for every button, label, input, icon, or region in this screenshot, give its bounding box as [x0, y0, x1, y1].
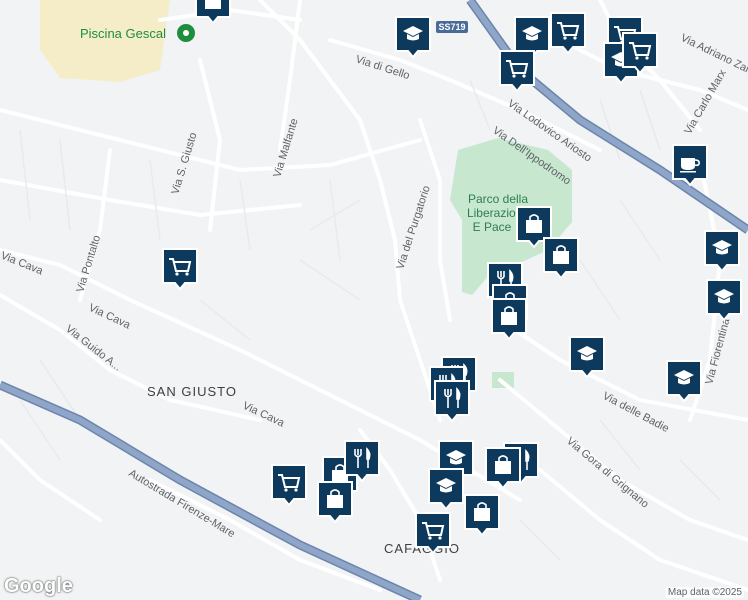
shopping-bag-icon: [205, 0, 221, 9]
map-marker[interactable]: [499, 50, 535, 93]
highway-shield: SS719: [436, 21, 468, 33]
map-marker[interactable]: [706, 279, 742, 322]
map-attribution: Map data ©2025: [665, 587, 744, 598]
map-background: [0, 0, 748, 600]
map-marker[interactable]: [428, 468, 464, 511]
map-marker[interactable]: [485, 447, 521, 490]
svg-text:Parco della: Parco della: [468, 192, 528, 206]
google-logo: Google: [4, 575, 73, 597]
map-canvas[interactable]: SS719 Piscina Gescal Parco della Liberaz…: [0, 0, 748, 600]
map-marker[interactable]: [622, 32, 658, 75]
map-marker[interactable]: [395, 16, 431, 59]
map-marker[interactable]: [550, 12, 586, 55]
map-marker[interactable]: [344, 440, 380, 483]
map-marker[interactable]: [491, 298, 527, 341]
map-marker[interactable]: [162, 248, 198, 291]
field-area: [40, 0, 170, 82]
map-marker[interactable]: [317, 481, 353, 524]
map-marker[interactable]: [543, 237, 579, 280]
map-marker[interactable]: [704, 230, 740, 273]
area-label-san-giusto: SAN GIUSTO: [147, 384, 237, 399]
map-marker[interactable]: [415, 512, 451, 555]
poi-label: Piscina Gescal: [80, 26, 166, 41]
map-marker[interactable]: [666, 360, 702, 403]
svg-text:E Pace: E Pace: [473, 220, 512, 234]
map-marker[interactable]: [271, 464, 307, 507]
svg-text:SS719: SS719: [438, 22, 465, 32]
map-marker[interactable]: [464, 494, 500, 537]
map-marker[interactable]: [672, 144, 708, 187]
map-marker[interactable]: [569, 336, 605, 379]
map-marker[interactable]: [434, 380, 470, 423]
